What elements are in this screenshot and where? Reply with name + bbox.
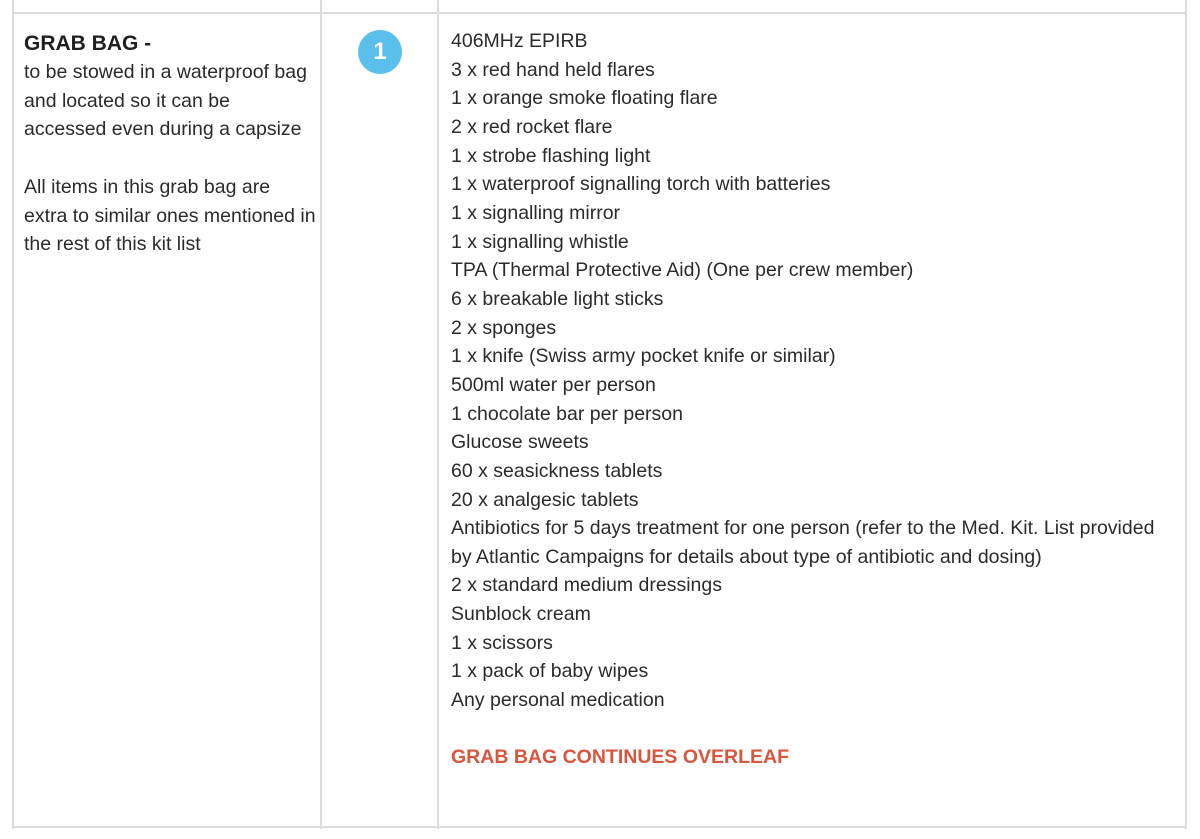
list-item: 1 x orange smoke floating flare (451, 87, 718, 110)
column-divider-2 (437, 0, 439, 829)
row-divider-top (12, 12, 1187, 14)
list-item: Glucose sweets (451, 431, 589, 454)
list-item: 60 x seasickness tablets (451, 459, 663, 482)
list-item: 1 x signalling whistle (451, 230, 629, 253)
category-cell: GRAB BAG - to be stowed in a waterproof … (24, 30, 316, 259)
list-item: 1 chocolate bar per person (451, 402, 683, 425)
list-item: Sunblock cream (451, 603, 591, 626)
category-description: to be stowed in a waterproof bag and loc… (24, 61, 307, 141)
list-item: 1 x signalling mirror (451, 201, 621, 224)
column-divider-1 (320, 0, 322, 829)
list-item: 1 x pack of baby wipes (451, 660, 649, 683)
list-item: 3 x red hand held flares (451, 58, 655, 81)
list-item: TPA (Thermal Protective Aid) (One per cr… (451, 259, 914, 282)
table-border-right (1185, 0, 1187, 829)
category-title: GRAB BAG - (24, 32, 152, 55)
list-item: 406MHz EPIRB (451, 30, 588, 52)
table-border-left (12, 0, 14, 829)
list-item: 1 x strobe flashing light (451, 144, 651, 167)
list-item: 2 x sponges (451, 316, 557, 339)
list-item: 20 x analgesic tablets (451, 488, 639, 511)
list-item: 1 x knife (Swiss army pocket knife or si… (451, 345, 836, 368)
continues-overleaf-note: GRAB BAG CONTINUES OVERLEAF (451, 746, 790, 769)
list-item: 2 x red rocket flare (451, 115, 613, 138)
list-item: 1 x scissors (451, 631, 553, 654)
category-note: All items in this grab bag are extra to … (24, 175, 316, 256)
list-item: 6 x breakable light sticks (451, 287, 664, 310)
list-item: Any personal medication (451, 689, 665, 712)
list-item: 2 x standard medium dressings (451, 574, 722, 597)
item-list: 406MHz EPIRB 3 x red hand held flares 1 x … (451, 27, 1176, 792)
list-item: 500ml water per person (451, 373, 656, 396)
list-item: Antibiotics for 5 days treatment for one… (451, 517, 1155, 568)
list-item: 1 x waterproof signalling torch with bat… (451, 173, 831, 196)
number-badge: 1 (358, 30, 402, 74)
table-border-bottom (12, 826, 1187, 828)
